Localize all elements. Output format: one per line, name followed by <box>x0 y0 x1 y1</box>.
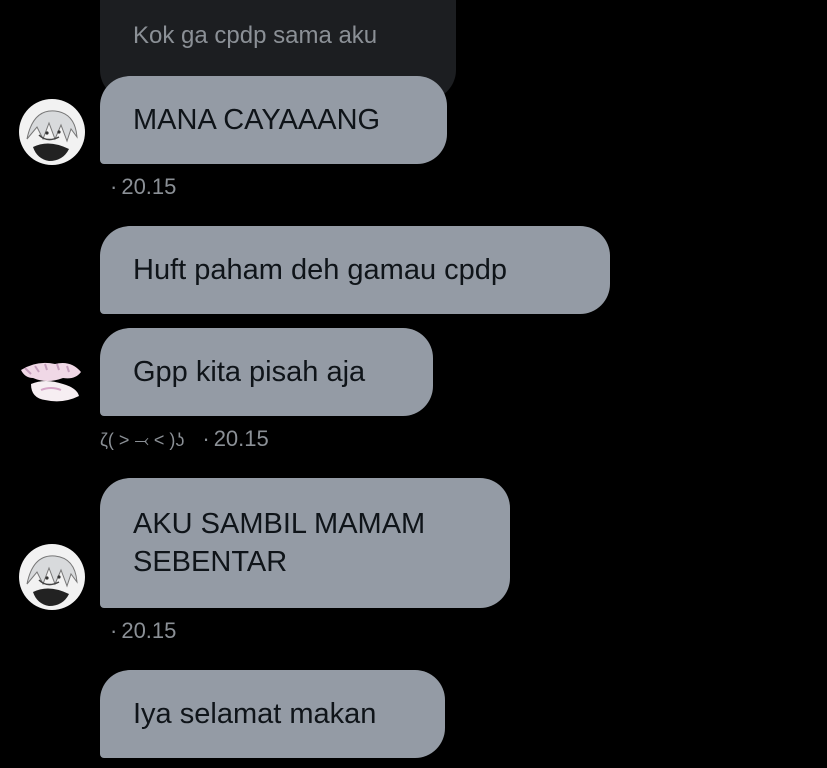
message-bubble-1[interactable]: MANA CAYAAANG <box>100 76 447 164</box>
message-bubble-3[interactable]: Gpp kita pisah aja <box>100 328 433 416</box>
message-bubble-2[interactable]: Huft paham deh gamau cpdp <box>100 226 610 314</box>
sender-avatar[interactable] <box>19 544 85 610</box>
message-text-5: Iya selamat makan <box>133 698 377 730</box>
message-text-4-line-1: AKU SAMBIL MAMAM <box>133 508 426 540</box>
sender-avatar-sticker[interactable] <box>17 348 83 414</box>
quoted-reply-text: Kok ga cpdp sama aku <box>133 22 378 49</box>
sender-display-name: ζ( ˃ ⤙ ˂ )ʖ <box>100 430 185 450</box>
avatar-anime-boy-icon <box>19 544 85 610</box>
message-time-1: 20.15 <box>121 174 177 199</box>
message-text-2: Huft paham deh gamau cpdp <box>133 254 508 286</box>
message-meta-1: · 20.15 <box>110 174 176 200</box>
meta-separator: · <box>110 174 118 199</box>
message-bubble-5[interactable]: Iya selamat makan <box>100 670 445 758</box>
meta-separator: · <box>202 426 210 451</box>
meta-separator: · <box>110 618 118 643</box>
message-text-3: Gpp kita pisah aja <box>133 356 366 388</box>
message-meta-4: · 20.15 <box>110 618 176 644</box>
message-text-4-line-2: SEBENTAR <box>133 546 288 578</box>
message-text-1: MANA CAYAAANG <box>133 104 381 136</box>
avatar-sticker-collage-icon <box>17 348 83 414</box>
message-time-4: 20.15 <box>121 618 177 643</box>
message-bubble-4[interactable]: AKU SAMBIL MAMAM SEBENTAR <box>100 478 510 608</box>
sender-avatar[interactable] <box>19 99 85 165</box>
message-meta-3: ζ( ˃ ⤙ ˂ )ʖ · 20.15 <box>100 426 269 453</box>
message-time-3: 20.15 <box>213 426 269 451</box>
avatar-anime-boy-icon <box>19 99 85 165</box>
